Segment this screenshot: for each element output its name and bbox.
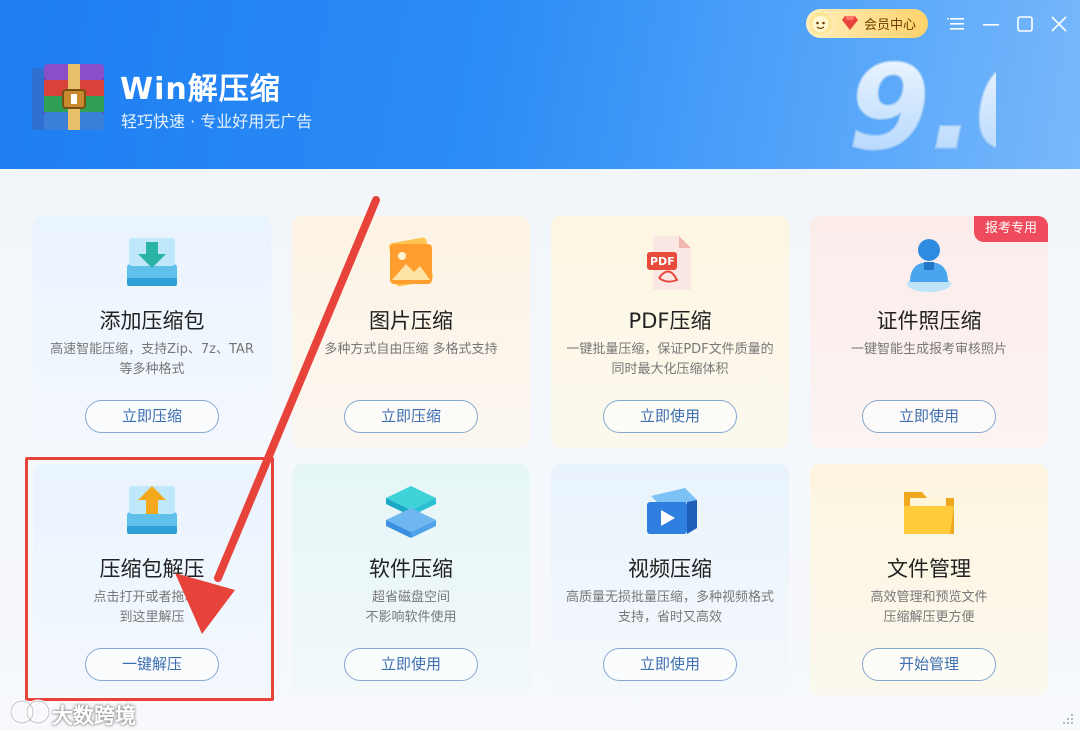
version-badge: 9.0: [847, 50, 996, 162]
minimize-icon[interactable]: [980, 13, 1002, 35]
use-now-button[interactable]: 立即使用: [603, 648, 737, 681]
card-file-manager[interactable]: 文件管理 高效管理和预览文件 压缩解压更方便 开始管理: [810, 464, 1048, 696]
compress-now-button[interactable]: 立即压缩: [344, 400, 478, 433]
vip-center-label: 会员中心: [864, 18, 917, 33]
exam-only-tag: 报考专用: [973, 216, 1048, 242]
diamond-icon: [842, 16, 858, 30]
app-title: Win解压缩: [120, 72, 281, 107]
video-icon: [647, 488, 697, 534]
card-id-photo-compress[interactable]: 报考专用 证件照压缩 一键智能生成报考审核照片 立即使用: [810, 216, 1048, 448]
highlight-box: [25, 457, 274, 701]
add-archive-icon: [127, 238, 177, 286]
id-photo-icon: [907, 239, 951, 292]
card-title: PDF压缩: [628, 309, 712, 333]
close-icon[interactable]: [1048, 13, 1070, 35]
card-description: 超省磁盘空间 不影响软件使用: [365, 590, 457, 625]
card-description: 多种方式自由压缩 多格式支持: [324, 342, 498, 357]
card-title: 视频压缩: [628, 557, 712, 581]
card-title: 添加压缩包: [99, 309, 205, 333]
card-description: 高质量无损批量压缩，多种视频格式支持，省时又高效: [565, 590, 774, 625]
compress-now-button[interactable]: 立即压缩: [85, 400, 219, 433]
use-now-button[interactable]: 立即使用: [603, 400, 737, 433]
folder-icon: [904, 492, 954, 534]
card-title: 文件管理: [887, 557, 971, 581]
card-add-archive[interactable]: 添加压缩包 高速智能压缩，支持Zip、7z、TAR等多种格式 立即压缩: [33, 216, 271, 448]
card-description: 一键智能生成报考审核照片: [850, 342, 1007, 357]
card-pdf-compress[interactable]: PDF PDF压缩 一键批量压缩，保证PDF文件质量的同时最大化压缩体积 立即使…: [551, 216, 789, 448]
resize-grip-icon[interactable]: [1060, 711, 1074, 725]
image-icon: [389, 237, 433, 287]
app-header: Win解压缩 轻巧快速 · 专业好用无广告 9.0 会员中心: [0, 0, 1080, 169]
card-description: 高效管理和预览文件 压缩解压更方便: [870, 590, 988, 625]
svg-text:PDF: PDF: [650, 255, 675, 268]
card-video-compress[interactable]: 视频压缩 高质量无损批量压缩，多种视频格式支持，省时又高效 立即使用: [551, 464, 789, 696]
card-software-compress[interactable]: 软件压缩 超省磁盘空间 不影响软件使用 立即使用: [292, 464, 530, 696]
version-text: 9.0: [848, 50, 996, 162]
card-description: 一键批量压缩，保证PDF文件质量的同时最大化压缩体积: [566, 342, 774, 377]
maximize-icon[interactable]: [1014, 13, 1036, 35]
watermark-logo-icon: [9, 699, 51, 725]
card-title: 证件照压缩: [876, 309, 982, 333]
winrar-logo-icon: [32, 64, 104, 130]
use-now-button[interactable]: 立即使用: [344, 648, 478, 681]
avatar-icon: [808, 11, 833, 36]
menu-icon[interactable]: [946, 13, 968, 35]
use-now-button[interactable]: 立即使用: [862, 400, 996, 433]
app-subtitle: 轻巧快速 · 专业好用无广告: [121, 112, 313, 131]
start-manage-button[interactable]: 开始管理: [862, 648, 996, 681]
software-icon: [386, 486, 436, 538]
watermark-text: 大数跨境: [52, 704, 136, 728]
card-description: 高速智能压缩，支持Zip、7z、TAR等多种格式: [50, 342, 254, 377]
vip-center-button[interactable]: 会员中心: [806, 9, 928, 38]
pdf-icon: PDF: [647, 236, 691, 290]
card-title: 图片压缩: [369, 309, 453, 333]
card-image-compress[interactable]: 图片压缩 多种方式自由压缩 多格式支持 立即压缩: [292, 216, 530, 448]
card-title: 软件压缩: [369, 557, 453, 581]
